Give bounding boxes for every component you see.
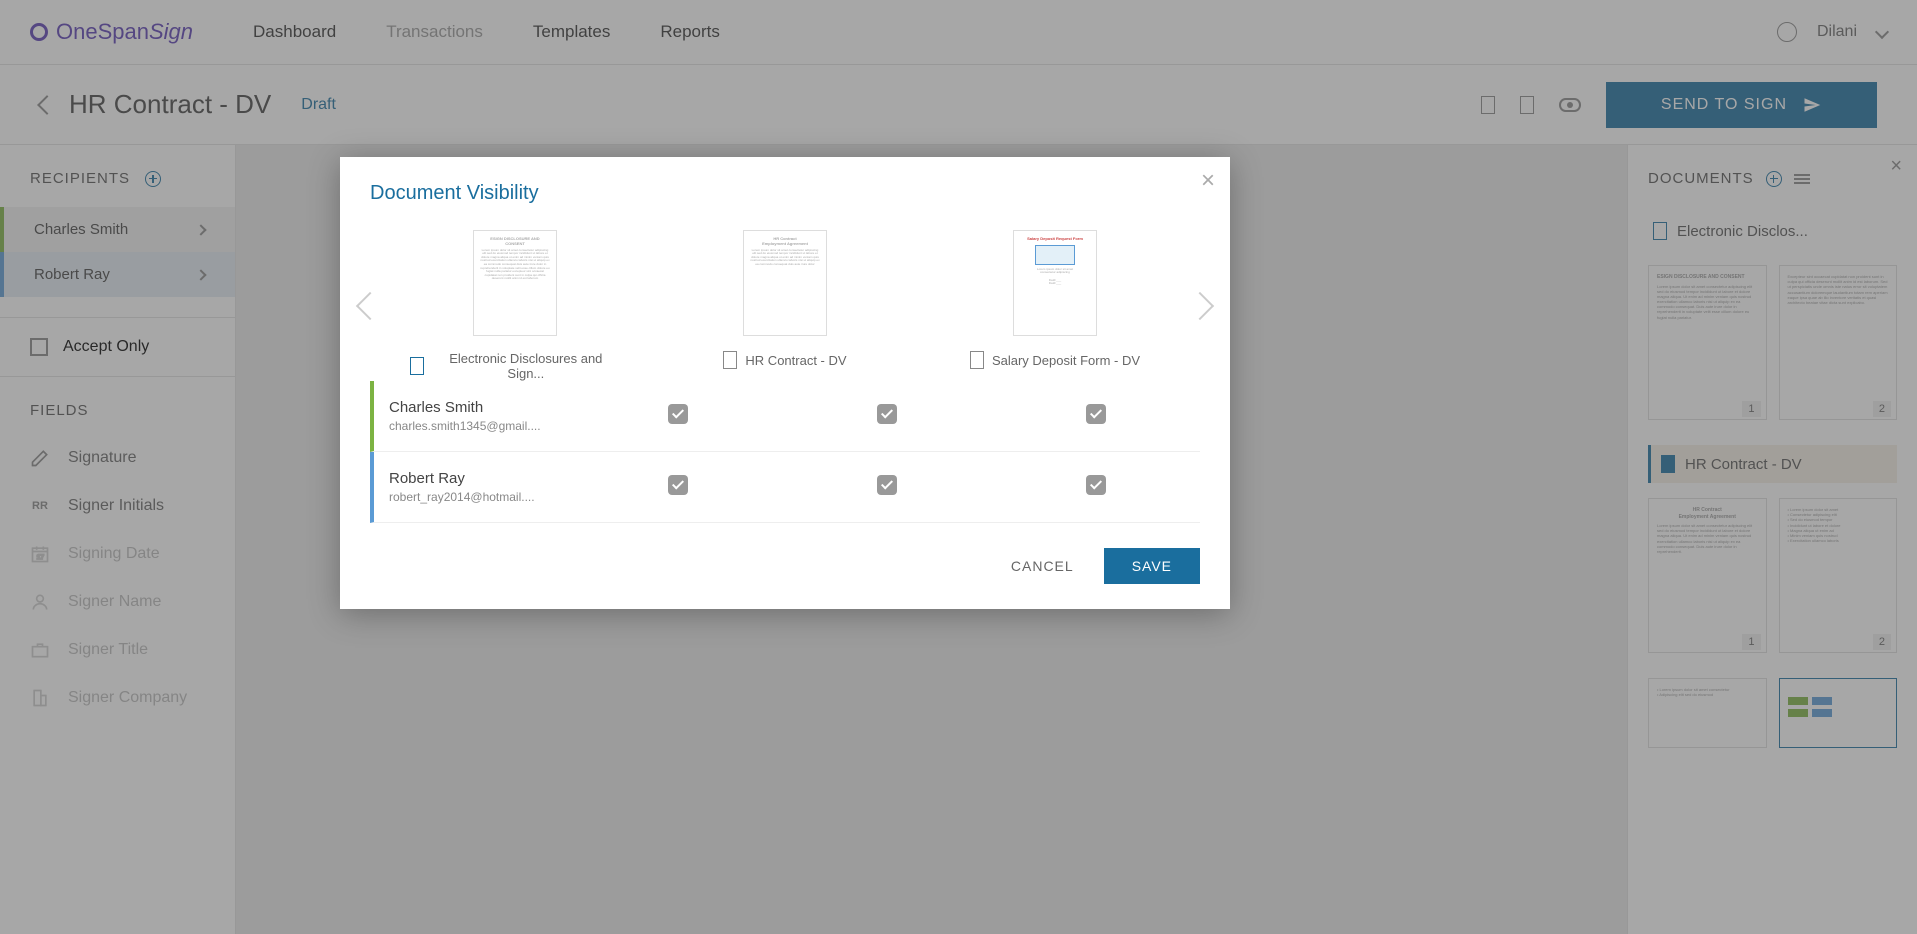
doc-label: Salary Deposit Form - DV [992,353,1140,368]
recipient-name: Charles Smith [389,399,574,416]
visibility-checkbox[interactable] [877,404,897,424]
recipient-email: charles.smith1345@gmail.... [389,419,574,433]
document-icon [970,351,984,369]
save-button[interactable]: SAVE [1104,548,1200,584]
visibility-checkbox[interactable] [877,475,897,495]
visibility-check-cell [991,475,1200,500]
visibility-check-cell [783,475,992,500]
visibility-check-cell [574,475,783,500]
close-modal-icon[interactable]: × [1201,167,1215,195]
recipient-email: robert_ray2014@hotmail.... [389,490,574,504]
carousel-next-icon[interactable] [1186,291,1214,319]
carousel-item[interactable]: ESIGN DISCLOSURE AND CONSENTLorem ipsum … [410,230,620,381]
carousel-item[interactable]: Salary Deposit Request FormLorem ipsum d… [950,230,1160,381]
visibility-row: Robert Ray robert_ray2014@hotmail.... [370,452,1200,523]
recipient-cell: Charles Smith charles.smith1345@gmail...… [374,399,574,433]
recipient-name: Robert Ray [389,470,574,487]
cancel-button[interactable]: CANCEL [1011,558,1074,574]
carousel-label: Electronic Disclosures and Sign... [410,351,620,381]
carousel-label: HR Contract - DV [680,351,890,369]
document-icon [723,351,737,369]
visibility-row: Charles Smith charles.smith1345@gmail...… [370,381,1200,452]
visibility-check-cell [991,404,1200,429]
carousel-label: Salary Deposit Form - DV [950,351,1160,369]
recipient-cell: Robert Ray robert_ray2014@hotmail.... [374,470,574,504]
document-visibility-modal: × Document Visibility ESIGN DISCLOSURE A… [340,157,1230,609]
doc-label: Electronic Disclosures and Sign... [432,351,620,381]
visibility-check-cell [783,404,992,429]
document-icon [410,357,424,375]
carousel-thumb: HR ContractEmployment AgreementLorem ips… [743,230,827,336]
visibility-table: Charles Smith charles.smith1345@gmail...… [340,381,1230,523]
modal-footer: CANCEL SAVE [340,523,1230,609]
carousel-thumb: ESIGN DISCLOSURE AND CONSENTLorem ipsum … [473,230,557,336]
visibility-checkbox[interactable] [668,475,688,495]
carousel-item[interactable]: HR ContractEmployment AgreementLorem ips… [680,230,890,381]
visibility-check-cell [574,404,783,429]
modal-title: Document Visibility [340,157,1230,220]
visibility-checkbox[interactable] [1086,404,1106,424]
document-carousel: ESIGN DISCLOSURE AND CONSENTLorem ipsum … [340,220,1230,381]
carousel-thumb: Salary Deposit Request FormLorem ipsum d… [1013,230,1097,336]
carousel-items: ESIGN DISCLOSURE AND CONSENTLorem ipsum … [380,230,1190,381]
visibility-checkbox[interactable] [668,404,688,424]
doc-label: HR Contract - DV [745,353,846,368]
visibility-checkbox[interactable] [1086,475,1106,495]
